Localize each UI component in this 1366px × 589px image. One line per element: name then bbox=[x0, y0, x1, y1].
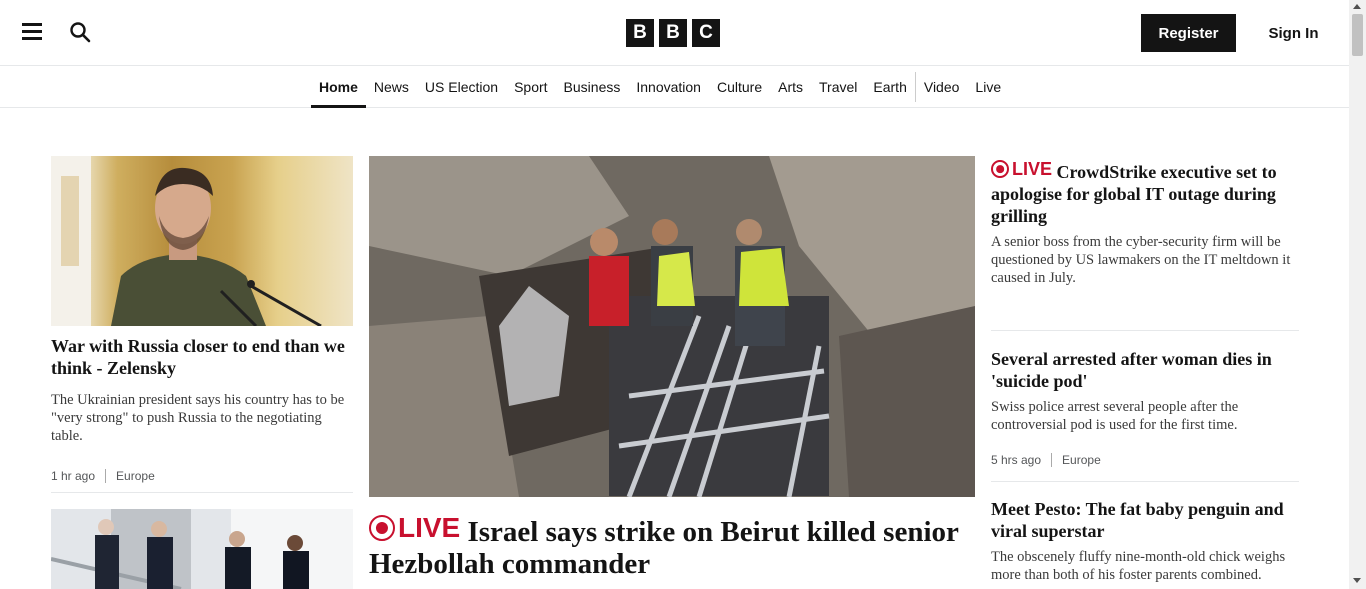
logo-letter: B bbox=[626, 19, 654, 47]
story-summary: The Ukrainian president says his country… bbox=[51, 392, 345, 444]
live-label: LIVE bbox=[369, 512, 460, 544]
hamburger-menu-icon[interactable] bbox=[18, 18, 46, 46]
sign-in-button[interactable]: Sign In bbox=[1256, 14, 1331, 52]
left-story-divider bbox=[51, 492, 353, 493]
live-text: LIVE bbox=[398, 512, 461, 543]
left-column: War with Russia closer to end than we th… bbox=[51, 156, 353, 483]
nav-item-travel[interactable]: Travel bbox=[811, 66, 865, 107]
page-scrollbar[interactable] bbox=[1349, 0, 1366, 589]
story-card-zelensky[interactable]: War with Russia closer to end than we th… bbox=[51, 156, 353, 483]
story-summary: A senior boss from the cyber-security fi… bbox=[991, 234, 1291, 286]
story-meta: 1 hr ago Europe bbox=[51, 469, 353, 483]
nav-item-us-election[interactable]: US Election bbox=[417, 66, 506, 107]
story-meta: 5 hrs ago Europe bbox=[991, 453, 1299, 467]
zelensky-photo[interactable] bbox=[51, 156, 353, 326]
nav-item-news[interactable]: News bbox=[366, 66, 417, 107]
meta-divider bbox=[1051, 453, 1053, 467]
register-button[interactable]: Register bbox=[1141, 14, 1236, 52]
logo-letter: C bbox=[692, 19, 720, 47]
bbc-logo[interactable]: B B C bbox=[626, 19, 720, 47]
nav-item-innovation[interactable]: Innovation bbox=[628, 66, 709, 107]
nav-item-earth[interactable]: Earth bbox=[865, 66, 914, 107]
logo-letter: B bbox=[659, 19, 687, 47]
nav-item-arts[interactable]: Arts bbox=[770, 66, 811, 107]
story-topic[interactable]: Europe bbox=[1062, 453, 1101, 467]
story-card-penguin[interactable]: Meet Pesto: The fat baby penguin and vir… bbox=[991, 498, 1299, 584]
nav-item-culture[interactable]: Culture bbox=[709, 66, 770, 107]
right-story-divider bbox=[991, 330, 1299, 331]
story-card-crowdstrike[interactable]: LIVE CrowdStrike executive set to apolog… bbox=[991, 156, 1299, 287]
search-icon[interactable] bbox=[66, 18, 94, 46]
story-time: 5 hrs ago bbox=[991, 453, 1042, 467]
live-label: LIVE bbox=[991, 158, 1052, 180]
nav-item-live[interactable]: Live bbox=[967, 66, 1009, 107]
main-navigation: Home News US Election Sport Business Inn… bbox=[0, 66, 1349, 108]
nav-item-video[interactable]: Video bbox=[916, 66, 968, 107]
scrollbar-thumb[interactable] bbox=[1352, 14, 1363, 56]
story-time: 1 hr ago bbox=[51, 469, 96, 483]
story-headline[interactable]: LIVE CrowdStrike executive set to apolog… bbox=[991, 158, 1299, 227]
story-headline[interactable]: Several arrested after woman dies in 'su… bbox=[991, 348, 1299, 392]
right-column: LIVE CrowdStrike executive set to apolog… bbox=[991, 156, 1299, 584]
meta-divider bbox=[105, 469, 107, 483]
lead-story-beirut[interactable]: LIVE Israel says strike on Beirut killed… bbox=[369, 156, 975, 580]
story-headline[interactable]: Meet Pesto: The fat baby penguin and vir… bbox=[991, 498, 1299, 542]
story-summary: The obscenely fluffy nine-month-old chic… bbox=[991, 549, 1286, 583]
right-story-divider bbox=[991, 481, 1299, 482]
beirut-strike-photo[interactable] bbox=[369, 156, 975, 497]
nav-item-home[interactable]: Home bbox=[311, 66, 366, 108]
nav-item-sport[interactable]: Sport bbox=[506, 66, 555, 107]
center-column: LIVE Israel says strike on Beirut killed… bbox=[369, 156, 975, 580]
top-header: B B C Register Sign In bbox=[0, 0, 1349, 66]
scroll-up-arrow-icon[interactable] bbox=[1353, 4, 1361, 9]
live-text: LIVE bbox=[1012, 159, 1053, 179]
story-card-suicide-pod[interactable]: Several arrested after woman dies in 'su… bbox=[991, 348, 1299, 467]
live-record-icon bbox=[991, 160, 1009, 178]
live-record-icon bbox=[369, 515, 395, 541]
scroll-down-arrow-icon[interactable] bbox=[1353, 578, 1361, 583]
lead-headline[interactable]: LIVE Israel says strike on Beirut killed… bbox=[369, 512, 975, 580]
story-headline[interactable]: War with Russia closer to end than we th… bbox=[51, 335, 353, 379]
story-summary: Swiss police arrest several people after… bbox=[991, 399, 1239, 433]
nav-item-business[interactable]: Business bbox=[556, 66, 629, 107]
officials-stairs-photo[interactable] bbox=[51, 509, 353, 589]
story-topic[interactable]: Europe bbox=[116, 469, 155, 483]
